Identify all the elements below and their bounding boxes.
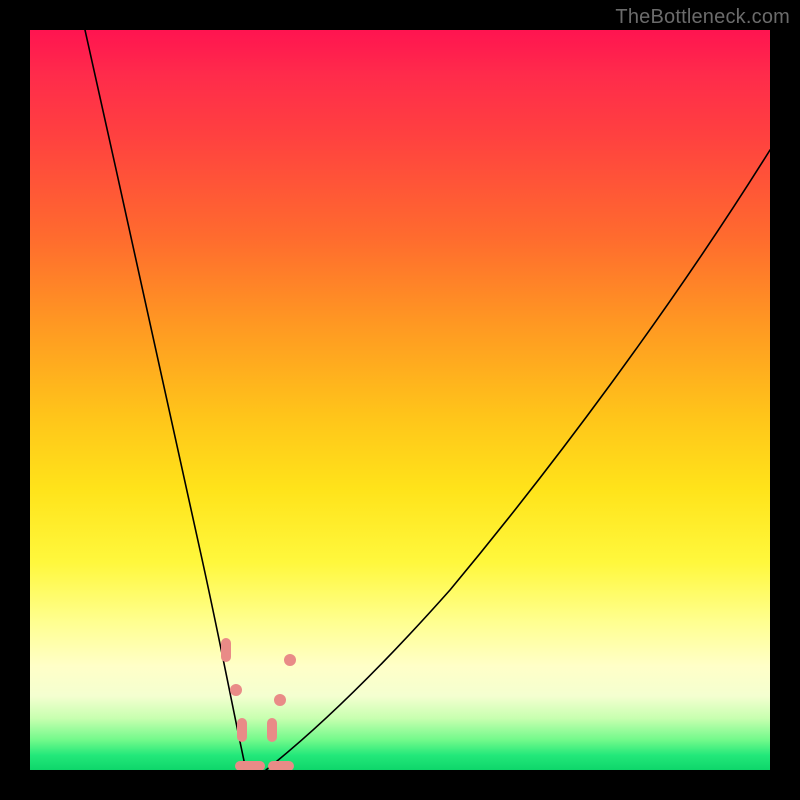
marker-left-2 xyxy=(230,684,242,696)
right-curve xyxy=(266,150,770,770)
marker-left-1 xyxy=(221,638,231,662)
marker-floor-1 xyxy=(235,761,265,770)
chart-svg xyxy=(30,30,770,770)
marker-floor-2 xyxy=(268,761,294,770)
marker-right-3 xyxy=(267,718,277,742)
watermark-text: TheBottleneck.com xyxy=(615,6,790,29)
marker-left-3 xyxy=(237,718,247,742)
marker-right-1 xyxy=(284,654,296,666)
chart-frame xyxy=(30,30,770,770)
marker-right-2 xyxy=(274,694,286,706)
